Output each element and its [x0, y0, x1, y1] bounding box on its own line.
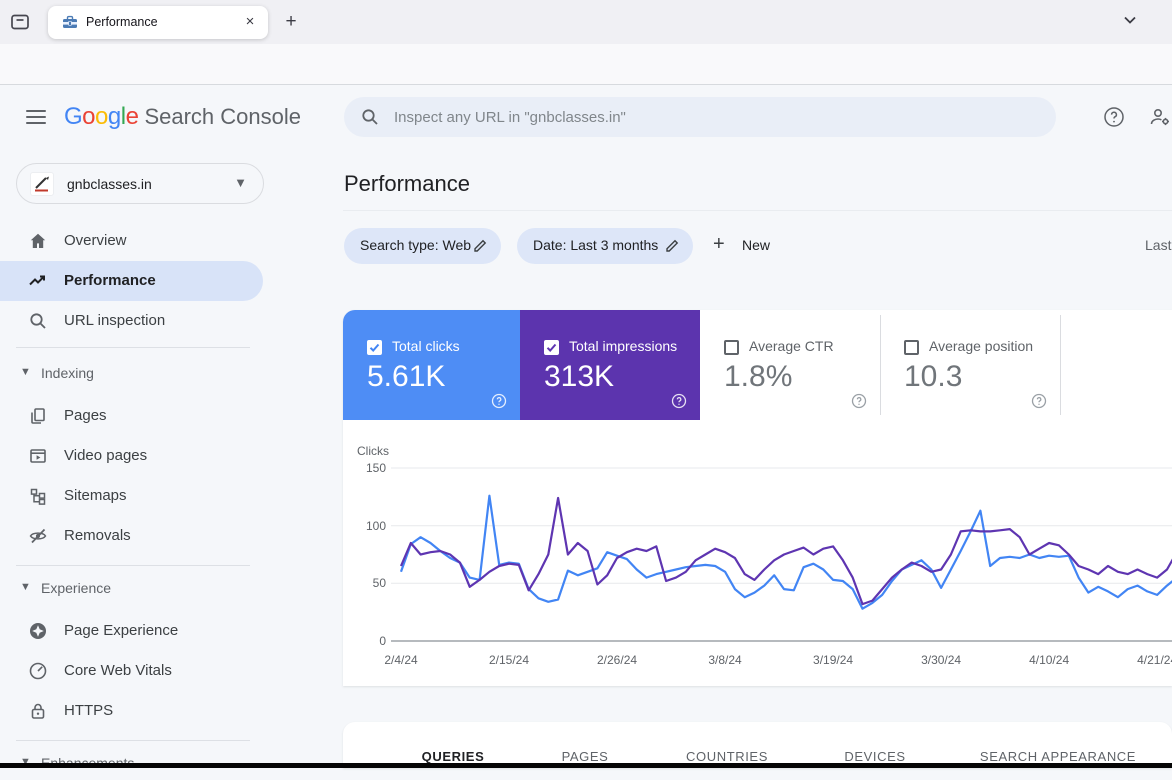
help-icon[interactable] [491, 393, 507, 409]
tab-countries[interactable]: COUNTRIES [686, 749, 768, 764]
eye-off-icon [28, 526, 48, 546]
url-inspect-input[interactable] [394, 97, 1034, 137]
sitemap-icon [28, 486, 48, 506]
user-settings-icon[interactable] [1148, 105, 1172, 129]
product-name: Search Console [144, 104, 301, 129]
tab-title: Performance [86, 15, 158, 29]
plus-icon: + [713, 233, 725, 256]
sidebar-item-video-pages[interactable]: Video pages [0, 436, 264, 476]
sidebar-item-url-inspection[interactable]: URL inspection [0, 301, 264, 341]
performance-line-chart[interactable] [391, 460, 1172, 645]
metric-card-average-position[interactable]: Average position 10.3 [880, 310, 1060, 420]
edit-pencil-icon [473, 238, 488, 253]
browser-toolbar: https://search.google.com/u/1/search-con… [0, 44, 1172, 85]
list-all-tabs-icon[interactable] [1120, 10, 1140, 30]
pages-icon [28, 406, 48, 426]
search-icon [28, 311, 48, 331]
home-icon [28, 231, 48, 251]
property-selector[interactable]: gnbclasses.in ▼ [16, 163, 264, 204]
tab-queries[interactable]: QUERIES [422, 749, 485, 764]
edit-pencil-icon [665, 238, 680, 253]
hamburger-menu-icon[interactable] [26, 106, 46, 126]
sidebar-item-performance[interactable]: Performance [0, 261, 263, 301]
tab-pages[interactable]: PAGES [562, 749, 609, 764]
caret-down-icon: ▼ [20, 581, 31, 593]
tab-devices[interactable]: DEVICES [844, 749, 905, 764]
sidebar-item-pages[interactable]: Pages [0, 396, 264, 436]
sidebar-item-overview[interactable]: Overview [0, 221, 264, 261]
search-icon [360, 107, 380, 127]
sidebar-item-core-web-vitals[interactable]: Core Web Vitals [0, 651, 264, 691]
help-icon[interactable] [851, 393, 867, 409]
google-search-console-logo[interactable]: GoogleSearch Console [64, 103, 301, 131]
google-logo-text: Google [64, 103, 138, 130]
property-name: gnbclasses.in [67, 176, 152, 192]
compass-icon [28, 621, 48, 641]
sidebar-section-experience[interactable]: ▼ Experience [0, 577, 264, 605]
new-tab-button[interactable]: + [280, 11, 302, 33]
chevron-down-icon: ▼ [234, 175, 247, 190]
video-icon [28, 446, 48, 466]
sidebar-divider [16, 565, 250, 566]
browser-tab-strip: Performance × + [0, 0, 1172, 44]
tab-close-icon[interactable]: × [240, 12, 260, 32]
sidebar-item-removals[interactable]: Removals [0, 516, 264, 556]
card-divider [880, 315, 881, 415]
page-title: Performance [344, 171, 470, 197]
lock-icon [28, 701, 48, 721]
metric-card-total-clicks[interactable]: Total clicks 5.61K [343, 310, 520, 420]
checkbox-checked-icon[interactable] [544, 340, 559, 355]
checkbox-unchecked-icon[interactable] [724, 340, 739, 355]
metric-card-average-ctr[interactable]: Average CTR 1.8% [700, 310, 880, 420]
sidebar-divider [16, 347, 250, 348]
last-updated-label: Last [1145, 237, 1171, 253]
help-icon[interactable] [671, 393, 687, 409]
url-inspect-searchbar[interactable] [344, 97, 1056, 137]
card-divider [1060, 315, 1061, 415]
search-console-favicon-icon [62, 14, 78, 30]
sidebar-item-https[interactable]: HTTPS [0, 691, 264, 731]
trending-up-icon [28, 271, 48, 291]
title-divider [343, 210, 1172, 211]
filter-chip-date[interactable]: Date: Last 3 months [517, 228, 693, 264]
caret-down-icon: ▼ [20, 366, 31, 378]
checkbox-unchecked-icon[interactable] [904, 340, 919, 355]
screen-bottom-strip [0, 763, 1172, 768]
sidebar-item-page-experience[interactable]: Page Experience [0, 611, 264, 651]
property-favicon-icon [30, 172, 54, 196]
sidebar-divider [16, 740, 250, 741]
metric-card-total-impressions[interactable]: Total impressions 313K [520, 310, 700, 420]
new-filter-button[interactable]: + New [709, 228, 779, 264]
sidebar-section-indexing[interactable]: ▼ Indexing [0, 362, 264, 390]
tab-search-appearance[interactable]: SEARCH APPEARANCE [980, 749, 1136, 764]
checkbox-checked-icon[interactable] [367, 340, 382, 355]
chart-y-axis-title: Clicks [357, 444, 389, 458]
gauge-icon [28, 661, 48, 681]
tab-manager-icon[interactable] [8, 10, 32, 34]
filter-chip-search-type[interactable]: Search type: Web [344, 228, 501, 264]
help-icon[interactable] [1103, 106, 1125, 128]
help-icon[interactable] [1031, 393, 1047, 409]
sidebar-item-sitemaps[interactable]: Sitemaps [0, 476, 264, 516]
browser-tab[interactable]: Performance × [48, 6, 268, 39]
